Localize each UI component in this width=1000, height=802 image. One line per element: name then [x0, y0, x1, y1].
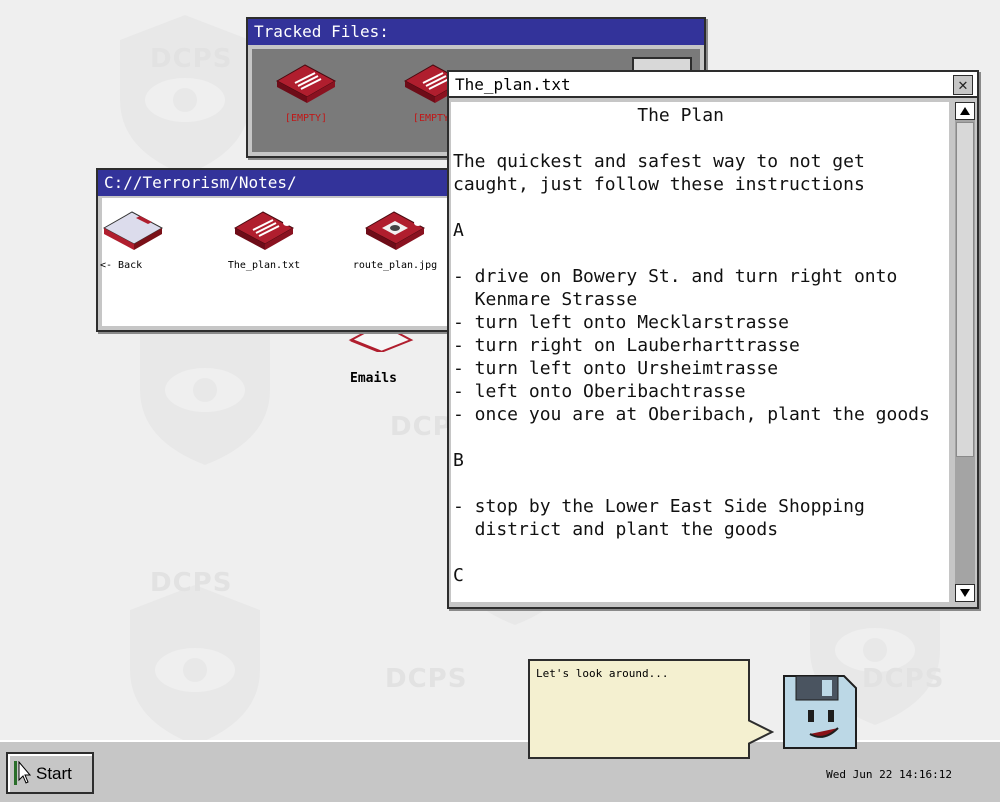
- assistant-message: Let's look around...: [536, 667, 669, 680]
- back-folder-icon: [102, 211, 164, 250]
- folder-item-plan[interactable]: The_plan.txt: [224, 208, 304, 271]
- folder-item-route[interactable]: route_plan.jpg: [350, 208, 440, 271]
- start-button[interactable]: Start: [6, 752, 94, 794]
- tracked-file-item[interactable]: [EMPTY]: [266, 61, 346, 124]
- folder-item-label: The_plan.txt: [227, 260, 301, 271]
- folder-item-label: <- Back: [100, 260, 143, 271]
- folder-item-back[interactable]: <- Back: [100, 208, 170, 271]
- close-button[interactable]: ✕: [953, 75, 973, 95]
- floppy-mascot-icon[interactable]: [780, 672, 860, 752]
- notes-folder-titlebar[interactable]: C://Terrorism/Notes/: [98, 170, 458, 196]
- tracked-files-titlebar[interactable]: Tracked Files:: [248, 19, 704, 45]
- tracked-file-label: [EMPTY]: [284, 113, 328, 124]
- notes-folder-window: C://Terrorism/Notes/ <- Back The_plan.tx…: [96, 168, 460, 332]
- vertical-scrollbar[interactable]: [955, 102, 975, 602]
- scroll-up-button[interactable]: [955, 102, 975, 120]
- taskbar-clock: Wed Jun 22 14:16:12: [826, 768, 952, 781]
- scroll-thumb[interactable]: [956, 122, 974, 457]
- document-icon: [233, 211, 295, 250]
- document-text: The Plan The quickest and safest way to …: [453, 105, 930, 586]
- cursor-logo-icon: [14, 761, 32, 785]
- watermark-text: DCPS: [862, 664, 945, 694]
- document-icon: [275, 64, 337, 103]
- close-icon: ✕: [958, 75, 968, 94]
- notes-folder-panel: <- Back The_plan.txt route_plan.jpg: [100, 198, 454, 326]
- image-file-icon: [364, 211, 426, 250]
- emails-label[interactable]: Emails: [350, 371, 397, 386]
- watermark-text: DCPS: [385, 664, 468, 694]
- watermark-shield-icon: [130, 585, 260, 740]
- assistant-speech-bubble: Let's look around...: [528, 659, 750, 759]
- speech-bubble-tail: [748, 719, 774, 745]
- folder-item-label: route_plan.jpg: [352, 260, 438, 271]
- arrow-up-icon: [960, 107, 970, 115]
- watermark-text: DCPS: [150, 44, 233, 74]
- arrow-down-icon: [960, 589, 970, 597]
- watermark-text: DCPS: [150, 568, 233, 598]
- text-content-area[interactable]: The Plan The quickest and safest way to …: [451, 102, 949, 602]
- watermark-shield-icon: [120, 15, 250, 175]
- start-label: Start: [36, 764, 72, 783]
- scroll-down-button[interactable]: [955, 584, 975, 602]
- text-file-window: The_plan.txt ✕ The Plan The quickest and…: [447, 70, 979, 609]
- text-file-titlebar[interactable]: The_plan.txt: [449, 72, 977, 98]
